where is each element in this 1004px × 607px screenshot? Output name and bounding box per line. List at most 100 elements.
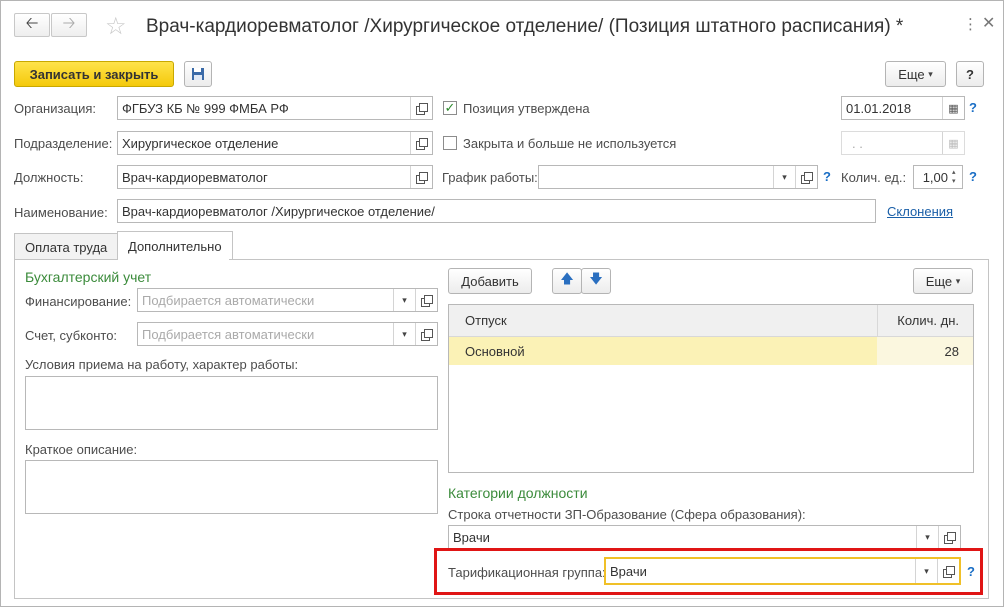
conditions-label: Условия приема на работу, характер работ… xyxy=(25,357,299,372)
date-value: 01.01.2018 xyxy=(846,100,912,116)
open-tariff-button[interactable] xyxy=(937,559,959,583)
active-tab-joiner xyxy=(118,258,229,261)
closed-label: Закрыта и больше не используется xyxy=(463,136,677,151)
tab-additional[interactable]: Дополнительно xyxy=(117,231,233,260)
account-field[interactable]: Подбирается автоматически ▾ xyxy=(137,322,438,346)
report-line-value: Врачи xyxy=(453,529,490,545)
open-position-button[interactable] xyxy=(410,166,432,188)
forward-button[interactable]: 🡢 xyxy=(51,13,87,37)
help-schedule-icon[interactable]: ? xyxy=(823,169,831,184)
table-row[interactable]: Основной 28 xyxy=(449,337,973,365)
position-value: Врач-кардиоревматолог xyxy=(122,169,268,185)
open-icon xyxy=(421,294,433,307)
report-line-field[interactable]: Врачи ▾ xyxy=(448,525,961,549)
help-tariff-icon[interactable]: ? xyxy=(967,564,975,579)
open-dept-button[interactable] xyxy=(410,132,432,154)
checkmark-icon: ✓ xyxy=(444,100,456,115)
dept-value: Хирургическое отделение xyxy=(122,135,279,151)
financing-dropdown-button[interactable]: ▾ xyxy=(393,289,415,311)
save-button[interactable] xyxy=(184,61,212,87)
back-button[interactable]: 🡠 xyxy=(14,13,50,37)
window-title: Врач-кардиоревматолог /Хирургическое отд… xyxy=(146,16,904,37)
position-field[interactable]: Врач-кардиоревматолог xyxy=(117,165,433,189)
chevron-down-icon: ▾ xyxy=(925,531,930,542)
tariff-group-value: Врачи xyxy=(610,563,647,579)
move-up-button[interactable]: 🡅 xyxy=(552,268,582,294)
units-label: Колич. ед.: xyxy=(841,170,907,185)
schedule-field[interactable]: ▾ xyxy=(538,165,818,189)
table-header: Отпуск Колич. дн. xyxy=(449,305,973,337)
financing-field[interactable]: Подбирается автоматически ▾ xyxy=(137,288,438,312)
open-org-button[interactable] xyxy=(410,97,432,119)
short-desc-label: Краткое описание: xyxy=(25,442,138,457)
org-label: Организация: xyxy=(14,101,97,116)
open-icon xyxy=(416,171,428,184)
units-spinner[interactable]: ▴ ▾ xyxy=(952,168,962,186)
open-financing-button[interactable] xyxy=(415,289,437,311)
floppy-disk-icon xyxy=(192,68,204,80)
more-menu-icon[interactable]: ⋮ xyxy=(963,15,978,33)
column-header-vacation[interactable]: Отпуск xyxy=(449,313,877,328)
help-button[interactable]: ? xyxy=(956,61,984,87)
open-report-button[interactable] xyxy=(938,526,960,548)
vacation-more-button[interactable]: Еще ▾ xyxy=(913,268,973,294)
open-icon xyxy=(416,102,428,115)
units-field[interactable]: 1,00 ▴ ▾ xyxy=(913,165,963,189)
units-value: 1,00 xyxy=(922,169,948,185)
declension-link[interactable]: Склонения xyxy=(887,204,953,219)
tariff-group-field[interactable]: Врачи ▾ xyxy=(604,557,961,585)
arrow-up-icon: 🡅 xyxy=(560,271,574,286)
financing-placeholder: Подбирается автоматически xyxy=(142,292,315,308)
report-dropdown-button[interactable]: ▾ xyxy=(916,526,938,548)
move-down-button[interactable]: 🡇 xyxy=(581,268,611,294)
report-line-label: Строка отчетности ЗП-Образование (Сфера … xyxy=(448,507,806,522)
open-account-button[interactable] xyxy=(415,323,437,345)
open-icon xyxy=(421,328,433,341)
financing-label: Финансирование: xyxy=(25,294,132,309)
save-close-button[interactable]: Записать и закрыть xyxy=(14,61,174,87)
form-window: 🡠 🡢 ☆ Врач-кардиоревматолог /Хирургическ… xyxy=(0,0,1004,607)
tab-payment[interactable]: Оплата труда xyxy=(14,233,119,260)
org-value: ФГБУЗ КБ № 999 ФМБА РФ xyxy=(122,100,289,116)
chevron-down-icon: ▾ xyxy=(924,565,929,576)
account-placeholder: Подбирается автоматически xyxy=(142,326,315,342)
calendar-icon: ▦ xyxy=(948,137,959,150)
add-button[interactable]: Добавить xyxy=(448,268,532,294)
name-label: Наименование: xyxy=(14,205,108,220)
closed-date-field: . . ▦ xyxy=(841,131,965,155)
short-desc-textarea[interactable] xyxy=(25,460,438,514)
row-vacation-name: Основной xyxy=(465,343,525,359)
calendar-disabled-button: ▦ xyxy=(942,132,964,154)
closed-checkbox[interactable] xyxy=(443,136,457,150)
accounting-heading: Бухгалтерский учет xyxy=(25,269,152,285)
arrow-right-icon: 🡢 xyxy=(62,14,76,32)
name-value: Врач-кардиоревматолог /Хирургическое отд… xyxy=(122,203,435,219)
approved-checkbox[interactable]: ✓ xyxy=(443,100,457,115)
account-dropdown-button[interactable]: ▾ xyxy=(393,323,415,345)
vacation-table: Отпуск Колич. дн. Основной 28 xyxy=(448,304,974,473)
schedule-dropdown-button[interactable]: ▾ xyxy=(773,166,795,188)
help-date-icon[interactable]: ? xyxy=(969,100,977,115)
categories-heading: Категории должности xyxy=(448,485,588,501)
chevron-down-icon: ▾ xyxy=(928,68,933,79)
favorite-star-icon[interactable]: ☆ xyxy=(105,12,127,41)
chevron-down-icon: ▾ xyxy=(782,171,787,182)
open-schedule-button[interactable] xyxy=(795,166,817,188)
date-field[interactable]: 01.01.2018 ▦ xyxy=(841,96,965,120)
tariff-dropdown-button[interactable]: ▾ xyxy=(915,559,937,583)
dept-field[interactable]: Хирургическое отделение xyxy=(117,131,433,155)
column-header-days[interactable]: Колич. дн. xyxy=(877,305,973,336)
org-field[interactable]: ФГБУЗ КБ № 999 ФМБА РФ xyxy=(117,96,433,120)
arrow-down-icon: 🡇 xyxy=(589,271,603,286)
tariff-group-label: Тарификационная группа: xyxy=(448,565,606,580)
open-icon xyxy=(944,531,956,544)
schedule-label: График работы: xyxy=(442,170,538,185)
calendar-icon: ▦ xyxy=(948,102,959,115)
more-button[interactable]: Еще ▾ xyxy=(885,61,946,87)
help-units-icon[interactable]: ? xyxy=(969,169,977,184)
name-field[interactable]: Врач-кардиоревматолог /Хирургическое отд… xyxy=(117,199,876,223)
calendar-button[interactable]: ▦ xyxy=(942,97,964,119)
open-icon xyxy=(416,137,428,150)
close-icon[interactable]: ✕ xyxy=(982,13,995,33)
conditions-textarea[interactable] xyxy=(25,376,438,430)
